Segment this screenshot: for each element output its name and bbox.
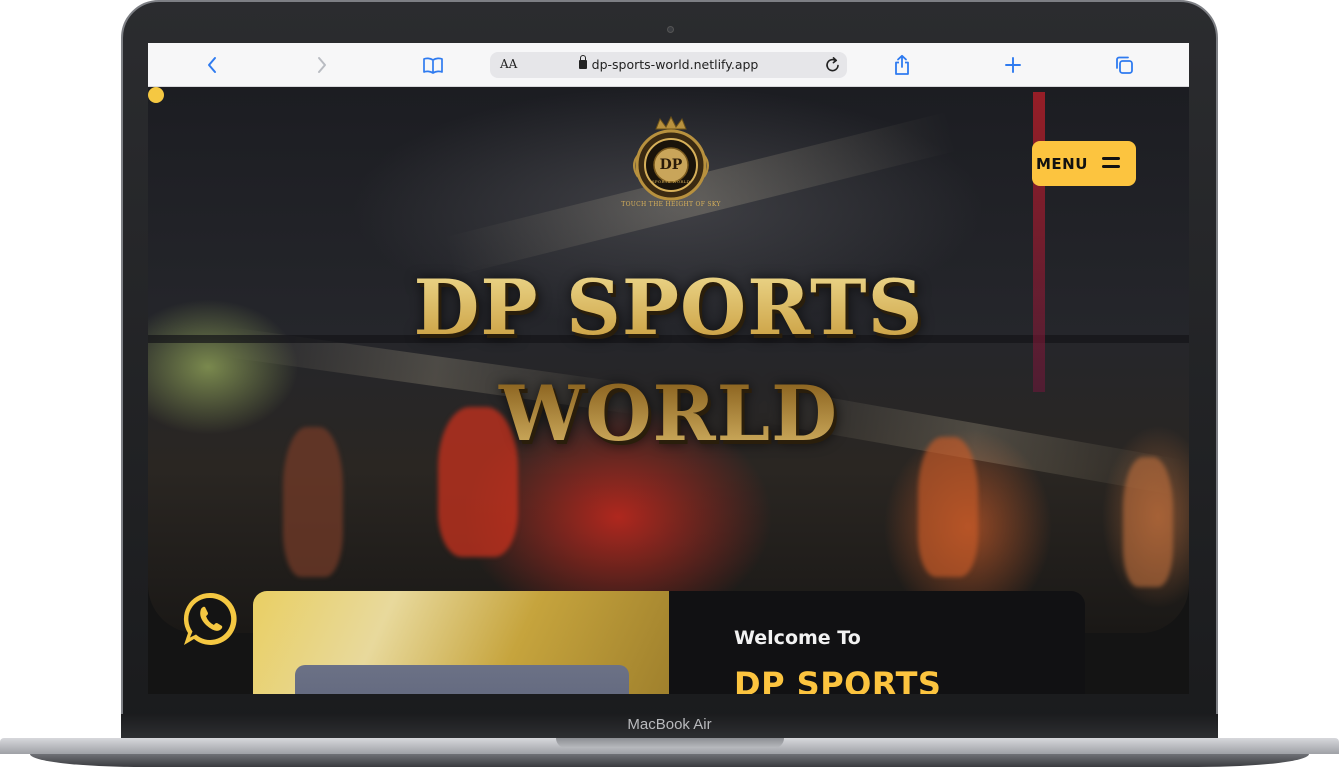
- menu-label: MENU: [1036, 154, 1088, 173]
- reload-icon[interactable]: [825, 56, 841, 78]
- lock-icon: [578, 55, 587, 69]
- plus-icon[interactable]: [1000, 54, 1026, 76]
- logo-letters: DP: [659, 157, 683, 173]
- hero-title-line2: WORLD: [498, 369, 839, 458]
- share-icon[interactable]: [889, 54, 915, 76]
- book-icon[interactable]: [420, 54, 446, 76]
- laptop-notch: [556, 738, 784, 748]
- about-section: Welcome To DP SPORTS: [253, 591, 1085, 694]
- url-text: dp-sports-world.netlify.app: [591, 57, 759, 72]
- performer-figure: [1123, 457, 1173, 587]
- chevron-left-icon[interactable]: [199, 54, 225, 76]
- hero-title: DP SPORTS WORLD: [148, 255, 1189, 467]
- welcome-heading: Welcome To: [734, 627, 861, 649]
- laptop-base-bottom: [30, 754, 1309, 767]
- hero-video: DP SPORTS WORLD TOUCH THE HEIGHT OF SKY …: [148, 87, 1189, 633]
- about-image-panel: [253, 591, 669, 694]
- web-page: DP SPORTS WORLD TOUCH THE HEIGHT OF SKY …: [148, 87, 1189, 694]
- camera-icon: [667, 26, 674, 33]
- laptop-hinge: MacBook Air: [121, 714, 1218, 738]
- browser-toolbar: AA dp-sports-world.netlify.app: [148, 43, 1189, 87]
- cursor-dot: [148, 87, 164, 103]
- logo-sub-text: SPORTS WORLD: [651, 179, 691, 184]
- model-label: MacBook Air: [627, 716, 712, 733]
- laptop-base: MacBook Air: [0, 714, 1339, 769]
- logo-motto: TOUCH THE HEIGHT OF SKY: [621, 201, 721, 208]
- hero-title-line1: DP SPORTS: [413, 263, 924, 352]
- menu-button[interactable]: MENU: [1032, 141, 1136, 186]
- tabs-icon[interactable]: [1111, 54, 1137, 76]
- chevron-right-icon[interactable]: [309, 54, 335, 76]
- about-image: [295, 665, 629, 694]
- site-logo[interactable]: DP SPORTS WORLD TOUCH THE HEIGHT OF SKY: [621, 115, 720, 215]
- hamburger-icon: [1102, 157, 1120, 169]
- address-bar[interactable]: AA dp-sports-world.netlify.app: [490, 52, 847, 78]
- about-brand-heading: DP SPORTS: [734, 665, 942, 694]
- whatsapp-icon[interactable]: [180, 589, 240, 649]
- screen: AA dp-sports-world.netlify.app DP SPORTS…: [148, 43, 1189, 694]
